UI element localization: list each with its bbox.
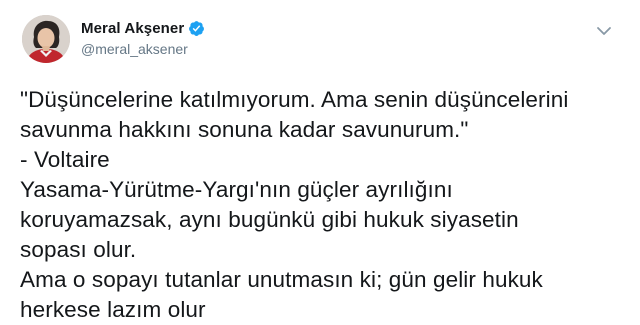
tweet-line: "Düşüncelerine katılmıyorum. Ama senin d… [20,87,569,112]
author-info: Meral Akşener @meral_aksener [81,18,205,57]
tweet-line: herkese lazım olur [20,297,206,322]
display-name[interactable]: Meral Akşener [81,20,184,37]
tweet-line: sopası olur. [20,237,137,262]
name-row: Meral Akşener [81,18,205,38]
tweet-line: Yasama-Yürütme-Yargı'nın güçler ayrılığı… [20,177,453,202]
user-handle[interactable]: @meral_aksener [81,41,205,57]
profile-photo [22,15,70,63]
chevron-down-icon[interactable] [596,24,612,36]
tweet-text: "Düşüncelerine katılmıyorum. Ama senin d… [20,85,630,325]
verified-badge-icon [188,20,205,37]
tweet-line: koruyamazsak, aynı bugünkü gibi hukuk si… [20,207,519,232]
avatar[interactable] [22,15,70,63]
tweet-card: Meral Akşener @meral_aksener "Düşünceler… [0,0,640,325]
tweet-line: Ama o sopayı tutanlar unutmasın ki; gün … [20,267,543,292]
tweet-line: savunma hakkını sonuna kadar savunurum." [20,117,469,142]
tweet-line: - Voltaire [20,147,110,172]
